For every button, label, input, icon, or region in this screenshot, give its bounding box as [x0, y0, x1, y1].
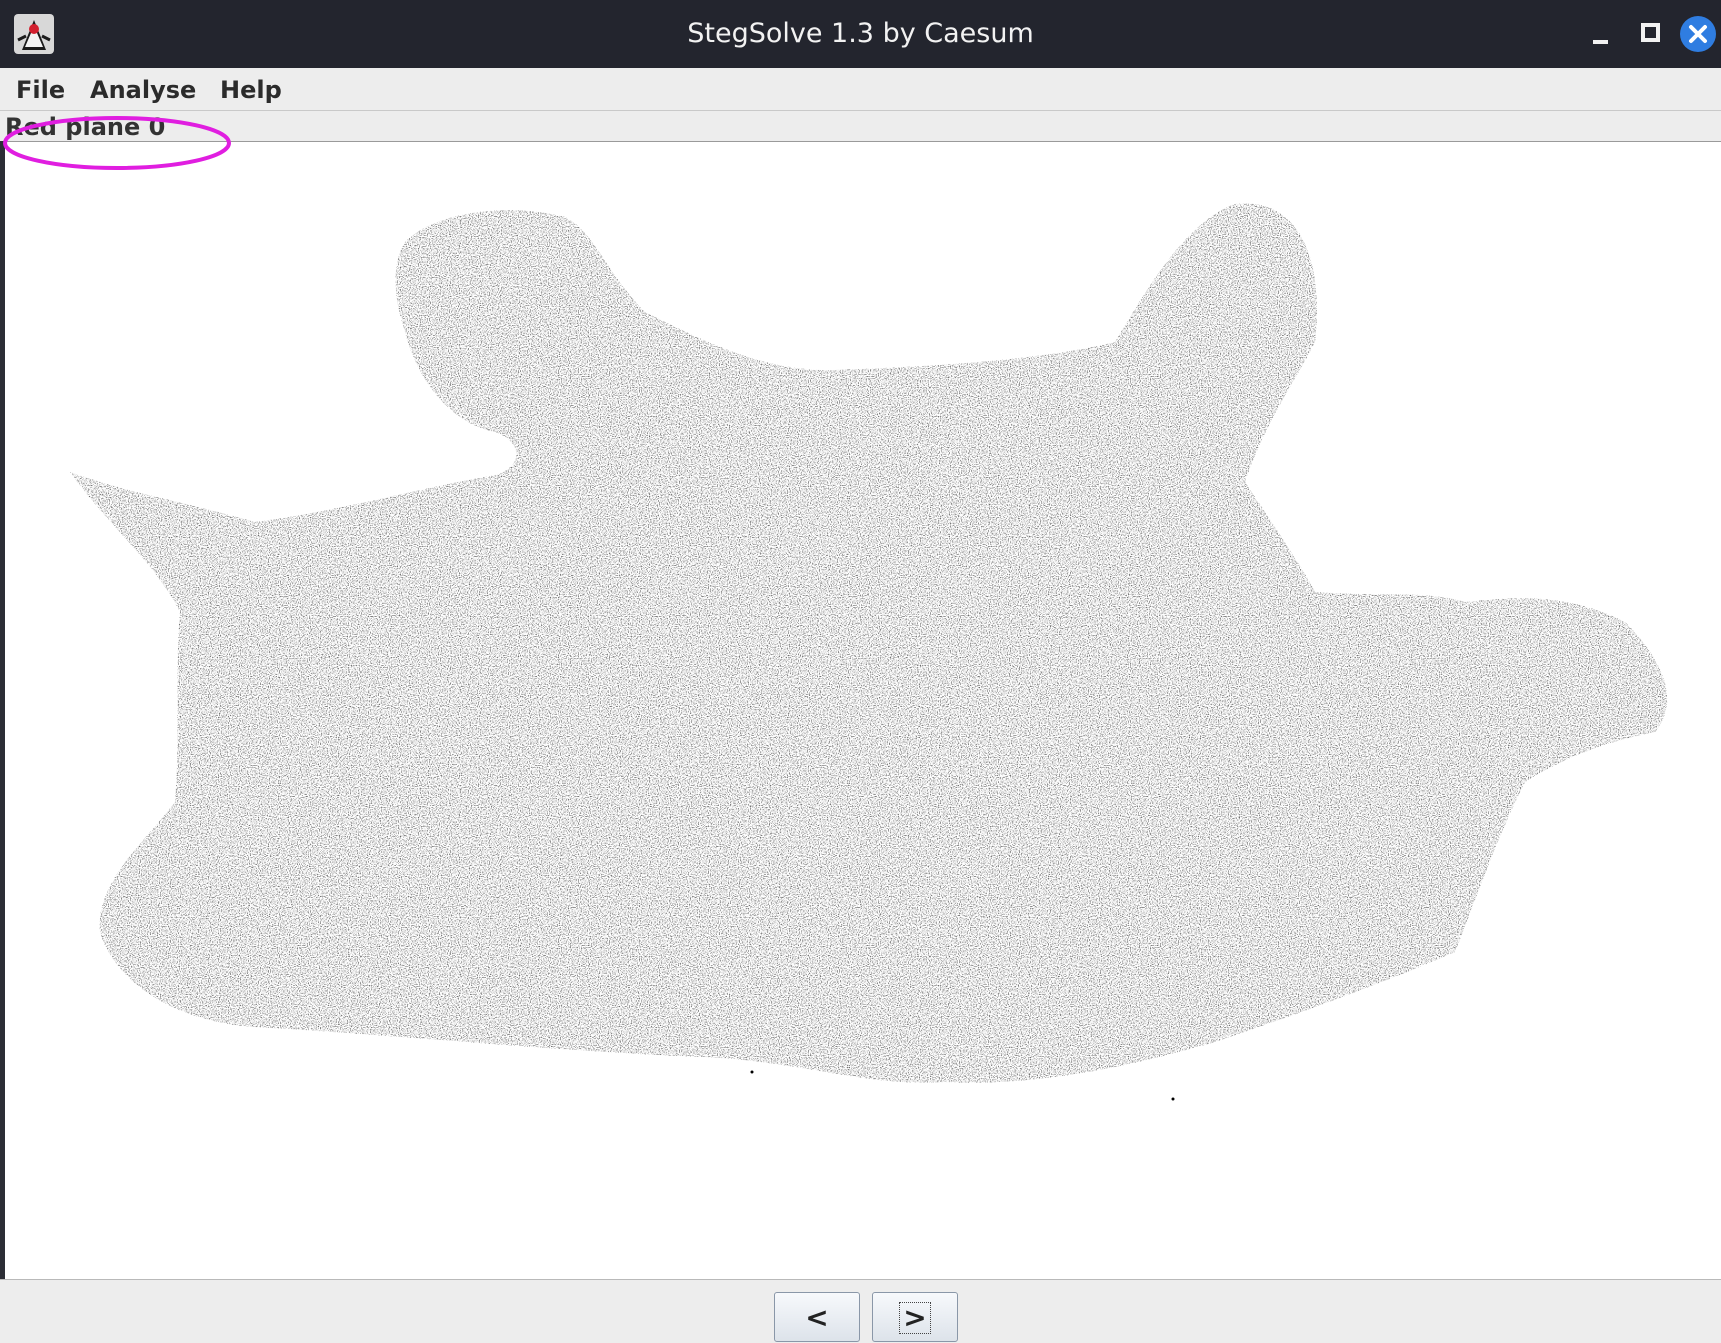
title-bar: StegSolve 1.3 by Caesum — [0, 0, 1721, 68]
minimize-icon[interactable] — [1580, 14, 1620, 54]
stegsolve-window: StegSolve 1.3 by Caesum File Analyse Hel… — [0, 0, 1721, 1343]
close-icon[interactable] — [1678, 14, 1718, 54]
next-plane-button[interactable]: > — [872, 1292, 958, 1342]
menu-bar: File Analyse Help — [0, 68, 1721, 111]
menu-analyse[interactable]: Analyse — [90, 74, 196, 106]
image-viewer[interactable] — [5, 142, 1721, 1279]
menu-help[interactable]: Help — [220, 74, 282, 106]
navigation-bar — [0, 1279, 1721, 1343]
plane-label-bar — [0, 111, 1721, 142]
plane-label: Red plane 0 — [5, 113, 166, 141]
window-title: StegSolve 1.3 by Caesum — [687, 18, 1034, 49]
previous-plane-button[interactable]: < — [774, 1292, 860, 1342]
next-plane-label: > — [899, 1302, 931, 1334]
bit-plane-image — [5, 142, 1721, 1279]
maximize-icon[interactable] — [1630, 14, 1670, 54]
menu-file[interactable]: File — [16, 74, 65, 106]
